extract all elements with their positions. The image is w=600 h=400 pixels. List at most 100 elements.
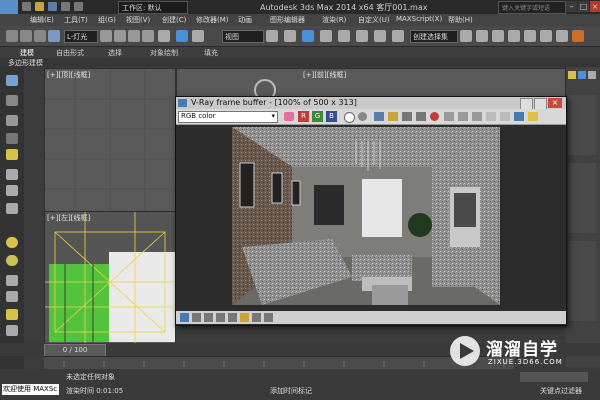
rectangle-selection-icon[interactable] xyxy=(128,30,140,42)
object-list-icon[interactable] xyxy=(6,115,18,126)
clear-image-icon[interactable] xyxy=(402,112,412,121)
green-channel-button[interactable]: G xyxy=(312,111,323,122)
color-corrections-icon[interactable] xyxy=(180,313,189,322)
help-search-input[interactable]: 键入关键字或短语 xyxy=(498,1,566,14)
workspace-select[interactable]: 工作区: 默认 xyxy=(118,1,188,14)
reference-coord-select[interactable]: 视图 xyxy=(222,30,264,43)
teapot-icon[interactable] xyxy=(6,275,18,286)
light-icon[interactable] xyxy=(6,149,18,160)
menu-group[interactable]: 组(G) xyxy=(98,15,116,25)
select-object-icon[interactable] xyxy=(100,30,112,42)
sphere-icon[interactable] xyxy=(6,255,18,266)
render-last-icon[interactable] xyxy=(430,112,439,121)
pixel-info-icon[interactable] xyxy=(264,313,273,322)
ribbon-tab-modeling[interactable]: 建模 xyxy=(20,48,34,58)
select-manipulate-icon[interactable] xyxy=(284,30,296,42)
exposure-icon[interactable] xyxy=(216,313,225,322)
app-menu-icon[interactable] xyxy=(0,0,18,14)
menu-customize[interactable]: 自定义(U) xyxy=(358,15,390,25)
redo-icon[interactable] xyxy=(74,2,83,11)
key-filters-button[interactable]: 关键点过滤器 xyxy=(540,386,582,396)
menu-help[interactable]: 帮助(H) xyxy=(448,15,473,25)
material-editor-icon[interactable] xyxy=(524,30,536,42)
unlink-icon[interactable] xyxy=(34,30,46,42)
geometry-icon[interactable] xyxy=(6,291,18,302)
menu-graph-editors[interactable]: 图形编辑器 xyxy=(270,15,305,25)
open-file-icon[interactable] xyxy=(35,2,44,11)
omni-icon[interactable] xyxy=(6,325,18,336)
region-render-icon[interactable] xyxy=(444,112,454,121)
menu-animation[interactable]: 动画 xyxy=(238,15,252,25)
track-bar[interactable] xyxy=(44,356,514,370)
snaps-toggle-icon[interactable] xyxy=(302,30,314,42)
link-icon[interactable] xyxy=(472,112,482,121)
menu-rendering[interactable]: 渲染(R) xyxy=(322,15,346,25)
menu-edit[interactable]: 编辑(E) xyxy=(30,15,54,25)
histogram-icon[interactable] xyxy=(228,313,237,322)
srgb-icon[interactable] xyxy=(240,313,249,322)
viewport-layout-icon[interactable] xyxy=(6,75,18,86)
info-icon[interactable] xyxy=(514,112,524,121)
minimize-button[interactable]: – xyxy=(566,1,577,12)
duplicate-icon[interactable] xyxy=(416,112,426,121)
add-time-tag-button[interactable]: 添加时间标记 xyxy=(270,386,312,396)
save-file-icon[interactable] xyxy=(48,2,57,11)
ribbon-tab-freeform[interactable]: 自由形式 xyxy=(56,48,84,58)
bind-space-warp-icon[interactable] xyxy=(48,30,60,42)
blue-channel-button[interactable]: B xyxy=(326,111,337,122)
scene-explorer-icon[interactable] xyxy=(6,95,18,106)
scale-icon[interactable] xyxy=(192,30,204,42)
camera-icon[interactable] xyxy=(6,169,18,180)
save-file-icon[interactable] xyxy=(374,112,384,121)
track-mouse-icon[interactable] xyxy=(458,112,468,121)
selection-filter-select[interactable]: L-灯光 xyxy=(64,30,98,43)
hierarchy-tab-icon[interactable] xyxy=(588,71,596,79)
maxscript-listener[interactable]: 欢迎使用 MAXSc xyxy=(2,384,59,395)
rendered-frame-window-icon[interactable] xyxy=(556,30,568,42)
vfb-close-button[interactable]: × xyxy=(548,98,562,108)
curve-icon[interactable] xyxy=(204,313,213,322)
window-crossing-icon[interactable] xyxy=(142,30,154,42)
render-setup-icon[interactable] xyxy=(540,30,552,42)
viewport-front[interactable]: [+][前][线框] xyxy=(176,68,566,101)
maximize-button[interactable]: □ xyxy=(578,1,589,12)
spotlight-icon[interactable] xyxy=(6,309,18,320)
helper-icon[interactable] xyxy=(6,185,18,196)
channel-select[interactable]: RGB color ▾ xyxy=(178,111,278,123)
menu-tools[interactable]: 工具(T) xyxy=(64,15,88,25)
ribbon-tab-object-paint[interactable]: 对象绘制 xyxy=(150,48,178,58)
angle-snap-icon[interactable] xyxy=(320,30,332,42)
menu-modifiers[interactable]: 修改器(M) xyxy=(196,15,229,25)
rotate-icon[interactable] xyxy=(176,30,188,42)
alpha-channel-icon[interactable] xyxy=(344,112,355,123)
load-file-icon[interactable] xyxy=(388,112,398,121)
bulb-icon[interactable] xyxy=(6,237,18,248)
modify-tab-icon[interactable] xyxy=(578,71,586,79)
curve-editor-icon[interactable] xyxy=(492,30,504,42)
percent-snap-icon[interactable] xyxy=(338,30,350,42)
select-by-name-icon[interactable] xyxy=(114,30,126,42)
undo-tool-icon[interactable] xyxy=(6,30,18,42)
menu-views[interactable]: 视图(V) xyxy=(126,15,150,25)
viewport-top[interactable]: [+][顶][线框] xyxy=(44,68,176,212)
pivot-center-icon[interactable] xyxy=(266,30,278,42)
edit-named-selection-icon[interactable] xyxy=(374,30,386,42)
save-image-icon[interactable] xyxy=(284,112,294,121)
lens-effects-icon[interactable] xyxy=(528,112,538,121)
freeze-icon[interactable] xyxy=(6,203,18,214)
link-icon[interactable] xyxy=(20,30,32,42)
move-icon[interactable] xyxy=(158,30,170,42)
red-channel-button[interactable]: R xyxy=(298,111,309,122)
schematic-view-icon[interactable] xyxy=(508,30,520,42)
undo-icon[interactable] xyxy=(61,2,70,11)
menu-maxscript[interactable]: MAXScript(X) xyxy=(396,15,442,23)
render-production-icon[interactable] xyxy=(572,30,584,42)
levels-icon[interactable] xyxy=(192,313,201,322)
layers-icon[interactable] xyxy=(6,133,18,144)
ribbon-tab-selection[interactable]: 选择 xyxy=(108,48,122,58)
spinner-snap-icon[interactable] xyxy=(356,30,368,42)
ribbon-tab-populate[interactable]: 填充 xyxy=(204,48,218,58)
settings-icon[interactable] xyxy=(500,112,510,121)
close-button[interactable]: × xyxy=(590,1,600,12)
named-selection-set-select[interactable]: 创建选择集 xyxy=(410,30,458,43)
